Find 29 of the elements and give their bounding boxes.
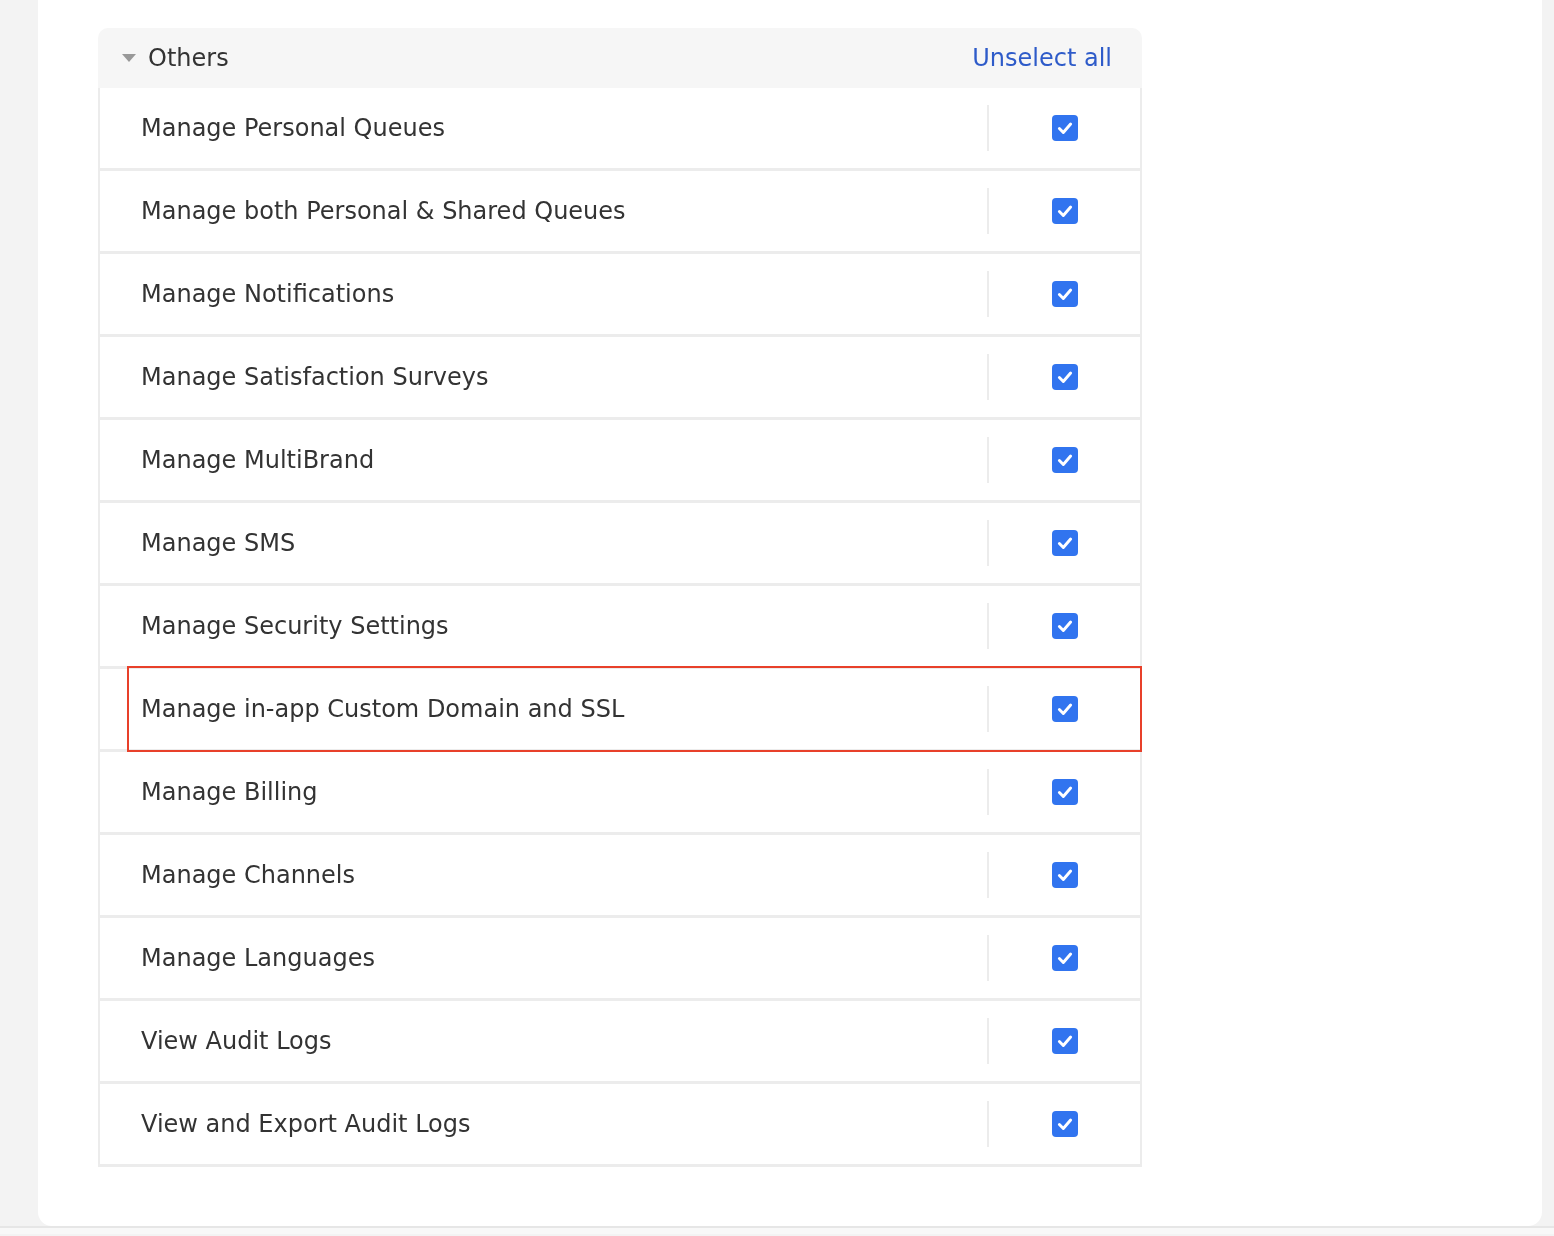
- checkbox[interactable]: [1051, 1028, 1078, 1054]
- checkbox[interactable]: [1051, 281, 1078, 307]
- checkbox[interactable]: [1051, 1111, 1078, 1137]
- checkbox[interactable]: [1051, 862, 1078, 888]
- checkbox[interactable]: [1051, 530, 1078, 556]
- permission-label: Manage Satisfaction Surveys: [141, 362, 490, 393]
- permission-label: Manage Personal Queues: [141, 113, 446, 144]
- checkbox[interactable]: [1051, 696, 1078, 722]
- permission-label: Manage Notifications: [141, 279, 396, 310]
- checkbox[interactable]: [1051, 613, 1078, 639]
- checkbox[interactable]: [1051, 115, 1078, 141]
- permission-label: Manage Billing: [141, 777, 319, 808]
- checkbox[interactable]: [1051, 945, 1078, 971]
- permission-label: Manage Channels: [141, 860, 356, 891]
- checkbox[interactable]: [1051, 198, 1078, 224]
- checkbox[interactable]: [1051, 364, 1078, 390]
- checkbox[interactable]: [1051, 779, 1078, 805]
- permission-label: View and Export Audit Logs: [141, 1109, 472, 1140]
- permission-label: Manage Security Settings: [141, 611, 450, 642]
- permission-label: Manage SMS: [141, 528, 297, 559]
- permission-label: Manage both Personal & Shared Queues: [141, 196, 627, 227]
- permission-label: Manage Languages: [141, 943, 376, 974]
- permission-label: View Audit Logs: [141, 1026, 333, 1057]
- caret-down-icon[interactable]: [122, 54, 136, 62]
- unselect-all-link[interactable]: Unselect all: [972, 40, 1112, 76]
- section-title: Others: [148, 43, 229, 74]
- checkbox[interactable]: [1051, 447, 1078, 473]
- permission-label: Manage in-app Custom Domain and SSL: [141, 694, 626, 725]
- permission-label: Manage MultiBrand: [141, 445, 376, 476]
